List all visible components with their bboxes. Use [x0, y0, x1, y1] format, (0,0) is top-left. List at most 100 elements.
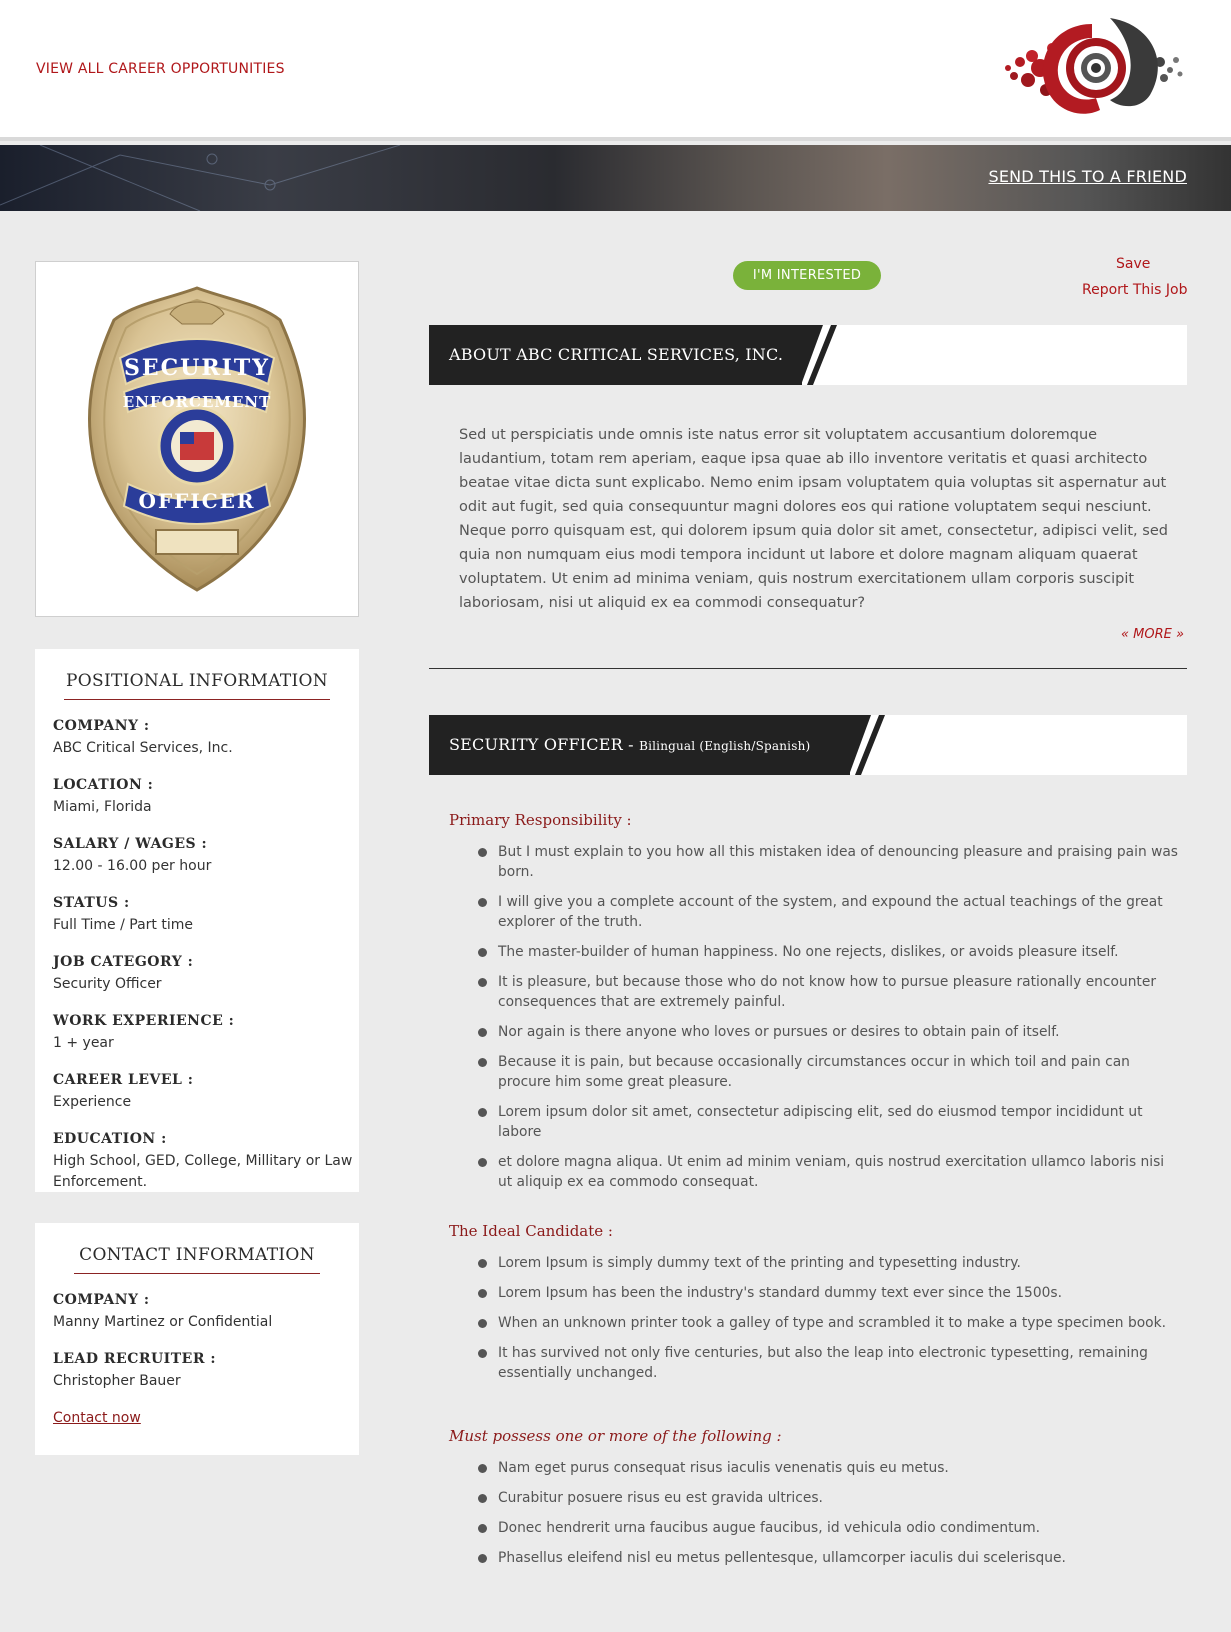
- list-item: Lorem Ipsum is simply dummy text of the …: [478, 1253, 1178, 1273]
- positional-info-title: POSITIONAL INFORMATION: [66, 671, 328, 691]
- info-label: JOB CATEGORY :: [53, 954, 194, 970]
- bullet-icon: [478, 1028, 487, 1037]
- contact-fields: COMPANY : Manny Martinez or Confidential L…: [35, 1292, 359, 1392]
- must-possess-list: Nam eget purus consequat risus iaculis v…: [478, 1458, 1178, 1578]
- job-section-header: SECURITY OFFICER - Bilingual (English/Sp…: [429, 715, 1187, 775]
- header-slash-icon: [849, 715, 885, 775]
- list-item: Lorem Ipsum has been the industry's stan…: [478, 1283, 1178, 1303]
- more-link[interactable]: « MORE »: [1121, 627, 1184, 642]
- bullet-icon: [478, 848, 487, 857]
- info-label: LEAD RECRUITER :: [53, 1351, 216, 1367]
- top-header: VIEW ALL CAREER OPPORTUNITIES: [0, 0, 1231, 141]
- list-item: Nam eget purus consequat risus iaculis v…: [478, 1458, 1178, 1478]
- bullet-icon: [478, 1058, 487, 1067]
- list-item: But I must explain to you how all this m…: [478, 842, 1178, 882]
- job-title: SECURITY OFFICER -: [449, 735, 634, 754]
- info-field: JOB CATEGORY : Security Officer: [53, 954, 359, 995]
- save-job-link[interactable]: Save: [1116, 256, 1150, 272]
- about-company-text: Sed ut perspiciatis unde omnis iste natu…: [459, 427, 1168, 611]
- security-officer-badge-icon: SECURITY ENFORCEMENT OFFICER: [88, 286, 306, 592]
- primary-responsibility-list: But I must explain to you how all this m…: [478, 842, 1178, 1202]
- list-item: Donec hendrerit urna faucibus augue fauc…: [478, 1518, 1178, 1538]
- list-item-text: When an unknown printer took a galley of…: [498, 1315, 1166, 1331]
- info-label: CAREER LEVEL :: [53, 1072, 194, 1088]
- positional-fields: COMPANY : ABC Critical Services, Inc. LOCA…: [35, 718, 359, 1193]
- info-field: EDUCATION : High School, GED, College, Mi…: [53, 1131, 359, 1193]
- bullet-icon: [478, 978, 487, 987]
- info-value: 1 + year: [53, 1035, 114, 1051]
- info-label: LOCATION :: [53, 777, 154, 793]
- contact-info-title: CONTACT INFORMATION: [79, 1245, 315, 1265]
- list-item-text: et dolore magna aliqua. Ut enim ad minim…: [498, 1154, 1165, 1190]
- list-item: It is pleasure, but because those who do…: [478, 972, 1178, 1012]
- brand-logo-icon[interactable]: [1000, 10, 1190, 125]
- im-interested-button[interactable]: I'M INTERESTED: [733, 261, 881, 290]
- list-item-text: Lorem Ipsum has been the industry's stan…: [498, 1285, 1062, 1301]
- job-heading: SECURITY OFFICER - Bilingual (English/Sp…: [449, 715, 810, 776]
- info-field: STATUS : Full Time / Part time: [53, 895, 359, 936]
- list-item-text: The master-builder of human happiness. N…: [498, 944, 1119, 960]
- bullet-icon: [478, 1524, 487, 1533]
- bullet-icon: [478, 1158, 487, 1167]
- info-field: SALARY / WAGES : 12.00 - 16.00 per hour: [53, 836, 359, 877]
- list-item-text: Phasellus eleifend nisl eu metus pellent…: [498, 1550, 1066, 1566]
- list-item-text: Lorem Ipsum is simply dummy text of the …: [498, 1255, 1021, 1271]
- list-item: When an unknown printer took a galley of…: [478, 1313, 1178, 1333]
- list-item: Because it is pain, but because occasion…: [478, 1052, 1178, 1092]
- bullet-icon: [478, 1349, 487, 1358]
- info-field: WORK EXPERIENCE : 1 + year: [53, 1013, 359, 1054]
- list-item-text: But I must explain to you how all this m…: [498, 844, 1178, 880]
- job-image-card: SECURITY ENFORCEMENT OFFICER: [35, 261, 359, 617]
- info-field: LOCATION : Miami, Florida: [53, 777, 359, 818]
- info-label: SALARY / WAGES :: [53, 836, 208, 852]
- banner-network-icon: [0, 145, 401, 211]
- list-item: Lorem ipsum dolor sit amet, consectetur …: [478, 1102, 1178, 1142]
- must-possess-heading: Must possess one or more of the followin…: [449, 1427, 782, 1445]
- view-all-careers-link[interactable]: VIEW ALL CAREER OPPORTUNITIES: [36, 61, 285, 77]
- bullet-icon: [478, 1494, 487, 1503]
- list-item: The master-builder of human happiness. N…: [478, 942, 1178, 962]
- ideal-candidate-heading: The Ideal Candidate :: [449, 1222, 613, 1240]
- report-job-link[interactable]: Report This Job: [1082, 282, 1188, 298]
- list-item: It has survived not only five centuries,…: [478, 1343, 1178, 1383]
- job-subtitle: Bilingual (English/Spanish): [639, 739, 811, 753]
- info-label: WORK EXPERIENCE :: [53, 1013, 235, 1029]
- about-heading: ABOUT ABC CRITICAL SERVICES, INC.: [449, 345, 784, 364]
- info-value: Christopher Bauer: [53, 1373, 181, 1389]
- list-item-text: Curabitur posuere risus eu est gravida u…: [498, 1490, 823, 1506]
- list-item-text: Because it is pain, but because occasion…: [498, 1054, 1130, 1090]
- bullet-icon: [478, 1289, 487, 1298]
- primary-responsibility-heading: Primary Responsibility :: [449, 811, 632, 829]
- info-field: LEAD RECRUITER : Christopher Bauer: [53, 1351, 359, 1392]
- contact-now-link[interactable]: Contact now: [53, 1410, 141, 1426]
- info-value: Manny Martinez or Confidential: [53, 1314, 273, 1330]
- list-item: Phasellus eleifend nisl eu metus pellent…: [478, 1548, 1178, 1568]
- list-item-text: Nor again is there anyone who loves or p…: [498, 1024, 1060, 1040]
- bullet-icon: [478, 1108, 487, 1117]
- contact-info-card: CONTACT INFORMATION COMPANY : Manny Marti…: [35, 1223, 359, 1455]
- info-label: STATUS :: [53, 895, 130, 911]
- info-field: COMPANY : Manny Martinez or Confidential: [53, 1292, 359, 1333]
- header-slash-icon: [801, 325, 837, 385]
- list-item-text: Donec hendrerit urna faucibus augue fauc…: [498, 1520, 1041, 1536]
- send-to-friend-link[interactable]: SEND THIS TO A FRIEND: [988, 167, 1187, 186]
- info-label: COMPANY :: [53, 718, 150, 734]
- bullet-icon: [478, 1259, 487, 1268]
- info-field: CAREER LEVEL : Experience: [53, 1072, 359, 1113]
- info-value: 12.00 - 16.00 per hour: [53, 858, 212, 874]
- info-label: EDUCATION :: [53, 1131, 167, 1147]
- bullet-icon: [478, 1464, 487, 1473]
- ideal-candidate-list: Lorem Ipsum is simply dummy text of the …: [478, 1253, 1178, 1393]
- info-value: High School, GED, College, Millitary or …: [53, 1153, 353, 1190]
- list-item-text: It is pleasure, but because those who do…: [498, 974, 1157, 1010]
- bullet-icon: [478, 1319, 487, 1328]
- list-item-text: It has survived not only five centuries,…: [498, 1345, 1148, 1381]
- title-divider: [64, 699, 330, 700]
- list-item-text: Nam eget purus consequat risus iaculis v…: [498, 1460, 949, 1476]
- info-label: COMPANY :: [53, 1292, 150, 1308]
- title-divider: [74, 1273, 320, 1274]
- list-item: et dolore magna aliqua. Ut enim ad minim…: [478, 1152, 1178, 1192]
- list-item: Nor again is there anyone who loves or p…: [478, 1022, 1178, 1042]
- info-value: Miami, Florida: [53, 799, 152, 815]
- about-section-header: ABOUT ABC CRITICAL SERVICES, INC.: [429, 325, 1187, 385]
